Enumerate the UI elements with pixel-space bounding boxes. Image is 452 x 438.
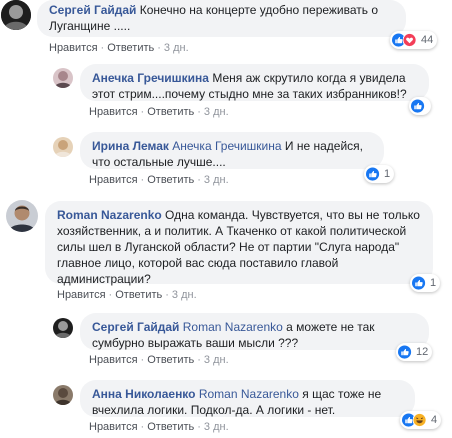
like-link[interactable]: Нравится	[89, 106, 138, 118]
separator: ·	[140, 421, 145, 433]
avatar-photo	[53, 137, 73, 157]
reaction-summary[interactable]	[409, 97, 431, 115]
like-reaction-icon	[412, 276, 426, 290]
timestamp[interactable]: 3 дн.	[204, 106, 229, 118]
author-name[interactable]: Сергей Гайдай	[49, 3, 136, 17]
reaction-summary[interactable]: 1	[410, 274, 441, 292]
like-reaction-icon	[398, 345, 412, 359]
author-name[interactable]: Roman Nazarenko	[57, 208, 162, 222]
mention-link[interactable]: Roman Nazarenko	[199, 387, 299, 401]
like-reaction-icon	[366, 167, 380, 181]
reaction-count: 1	[384, 168, 391, 180]
reply-link[interactable]: Ответить	[147, 421, 194, 433]
avatar-photo	[53, 68, 73, 88]
reaction-summary[interactable]: 12	[396, 343, 433, 361]
reaction-count: 12	[416, 346, 429, 358]
comment-actions: Нравится · Ответить · 3 дн.	[89, 421, 229, 433]
comment-actions: Нравится · Ответить · 3 дн.	[89, 174, 229, 186]
comment-bubble: Анечка Гречишкина Меня аж скрутило когда…	[80, 64, 429, 101]
avatar-photo	[53, 385, 73, 405]
mention-link[interactable]: Roman Nazarenko	[183, 320, 283, 334]
timestamp[interactable]: 3 дн.	[204, 174, 229, 186]
separator: ·	[140, 174, 145, 186]
separator: ·	[197, 174, 201, 186]
reaction-count: 1	[430, 277, 437, 289]
like-link[interactable]: Нравится	[57, 289, 106, 301]
separator: ·	[100, 42, 105, 54]
separator: ·	[197, 421, 201, 433]
author-name[interactable]: Сергей Гайдай	[92, 320, 179, 334]
comment-actions: Нравится · Ответить · 3 дн.	[89, 106, 229, 118]
avatar[interactable]	[6, 200, 38, 232]
avatar[interactable]	[53, 137, 73, 157]
reply-link[interactable]: Ответить	[107, 42, 154, 54]
avatar[interactable]	[53, 385, 73, 405]
reply-link[interactable]: Ответить	[115, 289, 162, 301]
like-link[interactable]: Нравится	[49, 42, 98, 54]
separator: ·	[165, 289, 169, 301]
reply-link[interactable]: Ответить	[147, 106, 194, 118]
separator: ·	[197, 106, 201, 118]
comment-actions: Нравится · Ответить · 3 дн.	[57, 289, 197, 301]
comment-actions: Нравится · Ответить · 3 дн.	[49, 42, 189, 54]
like-link[interactable]: Нравится	[89, 354, 138, 366]
reply-link[interactable]: Ответить	[147, 354, 194, 366]
comment-bubble: Сергей Гайдай Roman Nazarenko а можете н…	[80, 313, 429, 350]
timestamp[interactable]: 3 дн.	[172, 289, 197, 301]
reaction-count: 44	[421, 34, 434, 46]
comment-actions: Нравится · Ответить · 3 дн.	[89, 354, 229, 366]
timestamp[interactable]: 3 дн.	[164, 42, 189, 54]
like-link[interactable]: Нравится	[89, 174, 138, 186]
reaction-summary[interactable]: 1	[364, 165, 395, 183]
avatar-photo	[1, 0, 31, 30]
like-link[interactable]: Нравится	[89, 421, 138, 433]
author-name[interactable]: Анна Николаенко	[92, 387, 196, 401]
author-name[interactable]: Анечка Гречишкина	[92, 71, 209, 85]
timestamp[interactable]: 3 дн.	[204, 421, 229, 433]
avatar-photo	[53, 318, 73, 338]
author-name[interactable]: Ирина Лемак	[92, 139, 169, 153]
avatar[interactable]	[53, 68, 73, 88]
haha-reaction-icon	[413, 413, 427, 427]
avatar-photo	[6, 200, 38, 232]
reaction-summary[interactable]: 44	[390, 31, 438, 49]
reaction-count: 4	[431, 414, 438, 426]
comment-bubble: Ирина Лемак Анечка Гречишкина И не надей…	[80, 132, 384, 169]
separator: ·	[140, 106, 145, 118]
timestamp[interactable]: 3 дн.	[204, 354, 229, 366]
reaction-summary[interactable]: 4	[400, 411, 442, 429]
comment-bubble: Roman Nazarenko Одна команда. Чувствуетс…	[45, 201, 433, 286]
mention-link[interactable]: Анечка Гречишкина	[172, 139, 281, 153]
separator: ·	[108, 289, 113, 301]
comment-bubble: Анна Николаенко Roman Nazarenko я щас то…	[80, 380, 415, 417]
like-reaction-icon	[411, 99, 425, 113]
love-reaction-icon	[403, 33, 417, 47]
separator: ·	[157, 42, 161, 54]
avatar[interactable]	[53, 318, 73, 338]
separator: ·	[140, 354, 145, 366]
separator: ·	[197, 354, 201, 366]
reply-link[interactable]: Ответить	[147, 174, 194, 186]
avatar[interactable]	[1, 0, 31, 30]
comment-bubble: Сергей Гайдай Конечно на концерте удобно…	[37, 0, 406, 37]
